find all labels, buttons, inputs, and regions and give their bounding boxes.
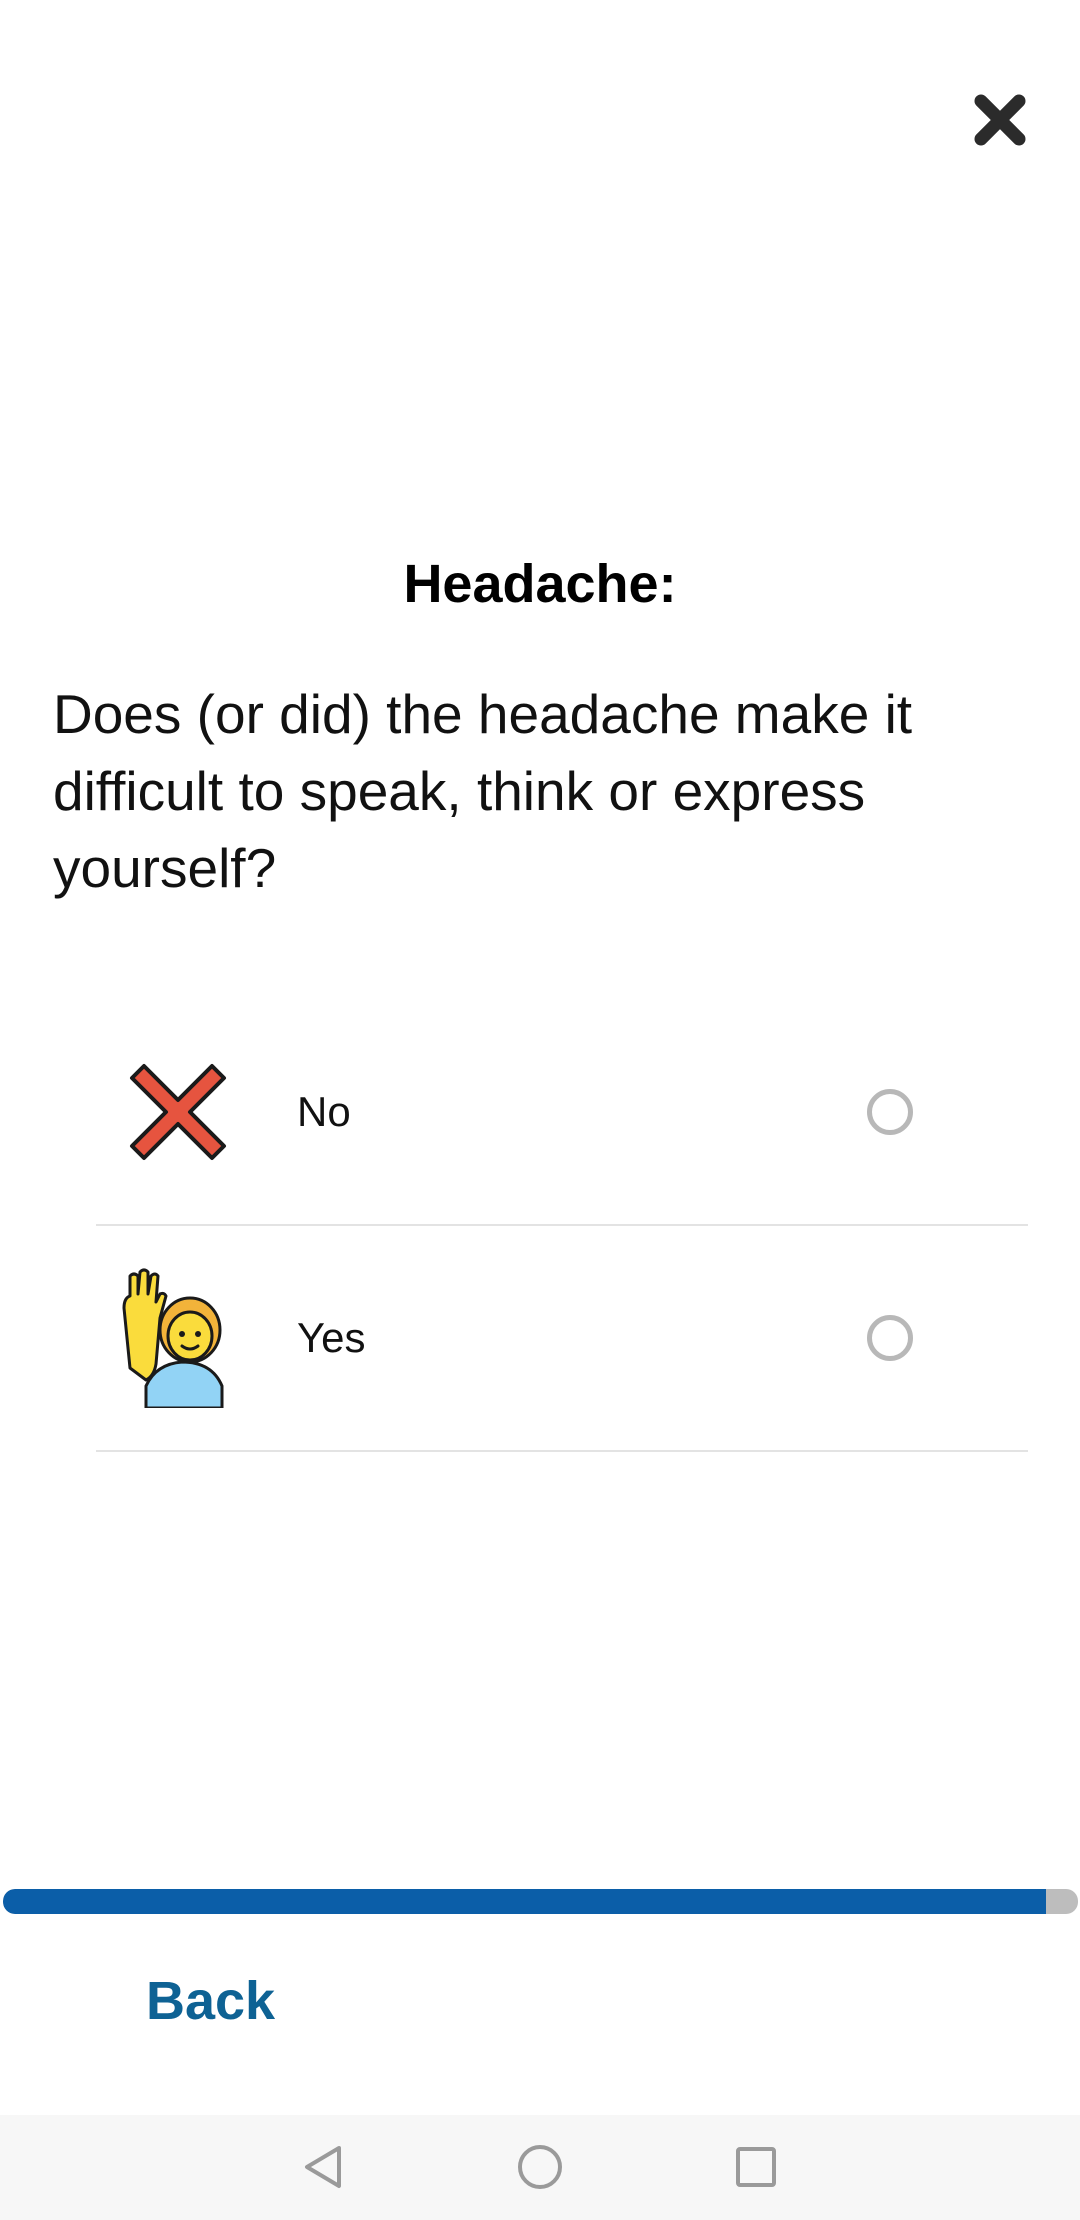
nav-back-button[interactable] bbox=[293, 2137, 353, 2197]
cross-mark-icon bbox=[130, 1064, 226, 1160]
option-label: No bbox=[297, 1088, 351, 1135]
nav-home-icon bbox=[518, 2145, 562, 2189]
nav-recents-button[interactable] bbox=[726, 2137, 786, 2197]
question-title: Headache: bbox=[403, 554, 677, 614]
option-label: Yes bbox=[297, 1314, 366, 1361]
radio-button[interactable] bbox=[867, 1315, 913, 1361]
close-button[interactable] bbox=[960, 80, 1040, 160]
progress-fill bbox=[3, 1889, 1046, 1914]
close-icon bbox=[974, 94, 1026, 146]
nav-home-button[interactable] bbox=[510, 2137, 570, 2197]
option-yes[interactable]: Yes bbox=[96, 1226, 1028, 1452]
nav-recents-icon bbox=[736, 2147, 776, 2187]
radio-button[interactable] bbox=[867, 1089, 913, 1135]
footer: Back bbox=[0, 1915, 1080, 2115]
answer-options: No Yes bbox=[96, 1000, 1028, 1452]
raising-hand-icon bbox=[122, 1268, 224, 1408]
system-nav-bar bbox=[0, 2115, 1080, 2220]
back-button[interactable]: Back bbox=[146, 1970, 275, 2032]
nav-back-icon bbox=[305, 2146, 341, 2188]
option-no[interactable]: No bbox=[96, 1000, 1028, 1226]
question-text: Does (or did) the headache make it diffi… bbox=[53, 683, 913, 899]
progress-bar bbox=[3, 1889, 1078, 1914]
